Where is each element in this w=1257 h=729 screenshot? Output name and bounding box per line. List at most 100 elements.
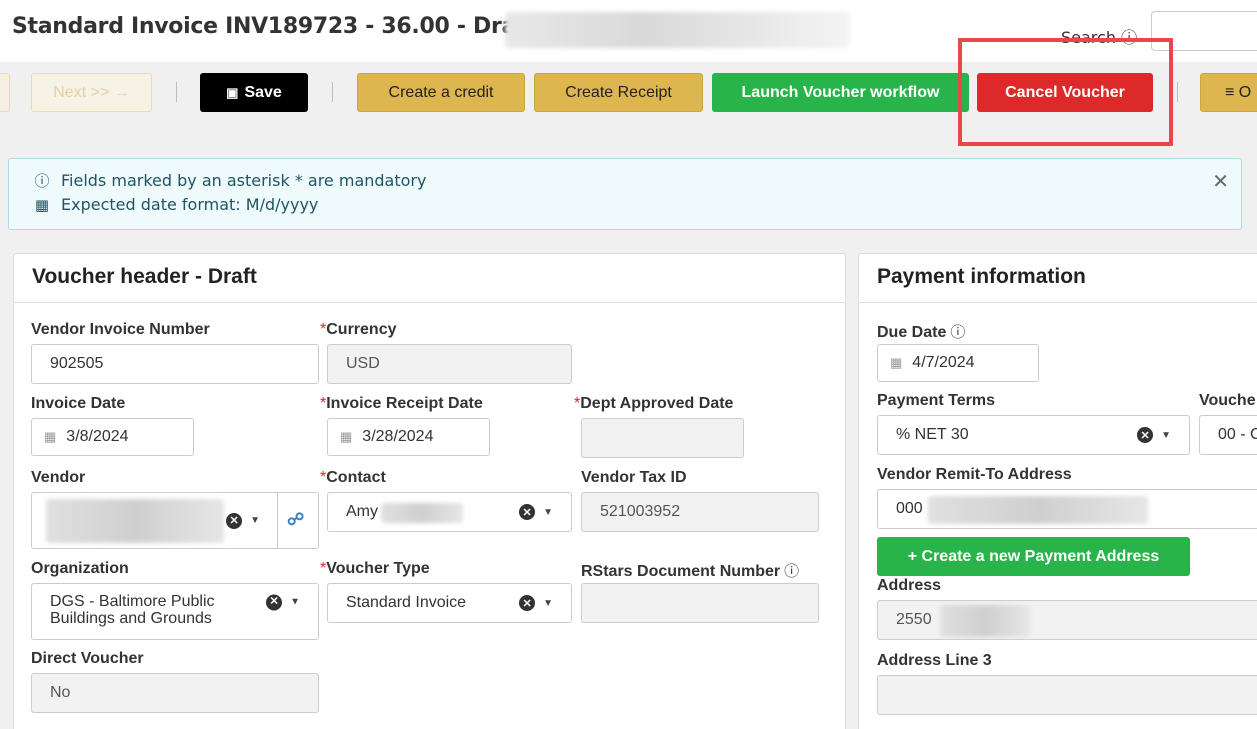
due-date-label-text: Due Date bbox=[877, 324, 947, 341]
alert-line-date-format: ▦ Expected date format: M/d/yyyy bbox=[33, 195, 318, 214]
due-date-label: Due Date ⓘ bbox=[877, 321, 965, 342]
rstars-label-text: RStars Document Number bbox=[581, 563, 781, 580]
direct-voucher-label: Direct Voucher bbox=[31, 650, 144, 667]
address-field: 2550 bbox=[877, 600, 1257, 640]
alert-text-mandatory: Fields marked by an asterisk * are manda… bbox=[61, 171, 427, 190]
calendar-icon: ▦ bbox=[44, 429, 57, 444]
voucher-field-select[interactable]: 00 - C bbox=[1199, 415, 1257, 455]
contact-label: *Contact bbox=[320, 469, 386, 486]
invoice-date-label: Invoice Date bbox=[31, 395, 126, 412]
currency-field: USD bbox=[327, 344, 572, 384]
clear-icon[interactable]: ✕ bbox=[226, 512, 243, 529]
invoice-date-input[interactable]: ▦ 3/8/2024 bbox=[31, 418, 194, 456]
rstars-document-number-label: RStars Document Number ⓘ bbox=[581, 560, 799, 581]
rstars-document-number-field bbox=[581, 583, 819, 623]
redacted-vendor-name bbox=[505, 12, 850, 48]
vendor-tax-id-label: Vendor Tax ID bbox=[581, 469, 687, 486]
remit-to-value: 000 bbox=[896, 500, 923, 517]
payment-terms-value: % NET 30 bbox=[896, 426, 969, 443]
due-date-input[interactable]: ▦ 4/7/2024 bbox=[877, 344, 1039, 382]
currency-label: *Currency bbox=[320, 321, 397, 338]
direct-voucher-field: No bbox=[31, 673, 319, 713]
organization-select[interactable]: DGS - Baltimore Public Buildings and Gro… bbox=[31, 583, 319, 640]
calendar-icon: ▦ bbox=[34, 195, 50, 214]
contact-select-controls: ✕ ▼ bbox=[519, 504, 553, 520]
organization-line1: DGS - Baltimore Public bbox=[50, 593, 215, 610]
more-options-button[interactable]: ≡ O bbox=[1200, 73, 1257, 112]
next-button[interactable]: Next >> → bbox=[31, 73, 152, 112]
voucher-type-select[interactable]: Standard Invoice ✕ ▼ bbox=[327, 583, 572, 623]
invoice-receipt-date-input[interactable]: ▦ 3/28/2024 bbox=[327, 418, 490, 456]
voucher-field-label: Vouche bbox=[1199, 392, 1256, 409]
vendor-invoice-number-input[interactable]: 902505 bbox=[31, 344, 319, 384]
payment-terms-label: Payment Terms bbox=[877, 392, 995, 409]
invoice-date-value: 3/8/2024 bbox=[66, 428, 129, 445]
payment-terms-select[interactable]: % NET 30 ✕ ▼ bbox=[877, 415, 1190, 455]
calendar-icon: ▦ bbox=[890, 355, 903, 370]
highlight-box bbox=[958, 38, 1173, 146]
vendor-select-divider bbox=[277, 493, 278, 548]
redacted-vendor bbox=[46, 499, 224, 543]
previous-button[interactable] bbox=[0, 73, 10, 112]
panel-title: Payment information bbox=[877, 265, 1086, 288]
invoice-receipt-date-label: *Invoice Receipt Date bbox=[320, 395, 483, 412]
page-title: Standard Invoice INV189723 - 36.00 - Dra… bbox=[12, 14, 552, 39]
chevron-down-icon[interactable]: ▼ bbox=[1161, 430, 1171, 441]
link-icon[interactable]: ☍ bbox=[287, 510, 304, 530]
dept-approved-date-field bbox=[581, 418, 744, 458]
create-credit-button[interactable]: Create a credit bbox=[357, 73, 525, 112]
vendor-invoice-number-label: Vendor Invoice Number bbox=[31, 321, 210, 338]
launch-voucher-workflow-button[interactable]: Launch Voucher workflow bbox=[712, 73, 969, 112]
info-icon[interactable]: ⓘ bbox=[950, 324, 965, 341]
vendor-tax-id-field: 521003952 bbox=[581, 492, 819, 532]
address-line-3-field bbox=[877, 675, 1257, 715]
clear-icon[interactable]: ✕ bbox=[519, 504, 536, 520]
close-icon[interactable]: ✕ bbox=[1212, 169, 1229, 193]
clear-icon[interactable]: ✕ bbox=[1137, 427, 1154, 443]
save-label: Save bbox=[244, 83, 282, 101]
vendor-remit-to-address-label: Vendor Remit-To Address bbox=[877, 466, 1072, 483]
toolbar-separator bbox=[332, 82, 333, 102]
info-alert: ⓘ Fields marked by an asterisk * are man… bbox=[8, 158, 1242, 230]
vendor-remit-to-address-select[interactable]: 000 bbox=[877, 489, 1257, 529]
voucher-type-value: Standard Invoice bbox=[346, 594, 467, 611]
address-value: 2550 bbox=[896, 611, 932, 628]
invoice-receipt-date-label-text: Invoice Receipt Date bbox=[326, 395, 483, 412]
toolbar-separator bbox=[1177, 82, 1178, 102]
toolbar-separator bbox=[176, 82, 177, 102]
vendor-label: Vendor bbox=[31, 469, 86, 486]
info-circle-icon: ⓘ bbox=[34, 172, 50, 190]
chevron-down-icon[interactable]: ▼ bbox=[290, 594, 300, 611]
calendar-icon: ▦ bbox=[340, 429, 353, 444]
alert-text-date-format: Expected date format: M/d/yyyy bbox=[61, 195, 319, 214]
save-button[interactable]: ▣ Save bbox=[200, 73, 308, 112]
panel-divider bbox=[14, 302, 845, 303]
clear-icon[interactable]: ✕ bbox=[266, 594, 283, 610]
clear-icon[interactable]: ✕ bbox=[519, 595, 536, 611]
panel-title: Voucher header - Draft bbox=[32, 265, 257, 288]
alert-line-mandatory: ⓘ Fields marked by an asterisk * are man… bbox=[33, 170, 426, 191]
chevron-down-icon[interactable]: ▼ bbox=[543, 507, 553, 518]
due-date-value: 4/7/2024 bbox=[912, 354, 975, 371]
chevron-down-icon[interactable]: ▼ bbox=[543, 598, 553, 609]
contact-value: Amy bbox=[346, 503, 378, 520]
voucher-type-select-controls: ✕ ▼ bbox=[519, 595, 553, 611]
redacted-address bbox=[940, 605, 1030, 637]
organization-label: Organization bbox=[31, 560, 129, 577]
info-icon[interactable]: ⓘ bbox=[784, 563, 799, 580]
contact-label-text: Contact bbox=[326, 469, 386, 486]
organization-select-controls: ✕ ▼ bbox=[266, 594, 300, 611]
create-receipt-button[interactable]: Create Receipt bbox=[534, 73, 703, 112]
address-line-3-label: Address Line 3 bbox=[877, 652, 992, 669]
chevron-down-icon[interactable]: ▼ bbox=[250, 515, 260, 526]
vendor-select[interactable]: ✕ ▼ ☍ bbox=[31, 492, 319, 549]
voucher-type-label: *Voucher Type bbox=[320, 560, 430, 577]
create-payment-address-button[interactable]: + Create a new Payment Address bbox=[877, 537, 1190, 576]
redacted-remit-address bbox=[928, 496, 1148, 524]
contact-select[interactable]: Amy ✕ ▼ bbox=[327, 492, 572, 532]
payment-terms-select-controls: ✕ ▼ bbox=[1137, 427, 1171, 443]
organization-line2: Buildings and Grounds bbox=[50, 610, 212, 627]
dept-approved-date-label-text: Dept Approved Date bbox=[580, 395, 734, 412]
vendor-select-controls: ✕ ▼ bbox=[226, 512, 260, 529]
currency-label-text: Currency bbox=[326, 321, 397, 338]
